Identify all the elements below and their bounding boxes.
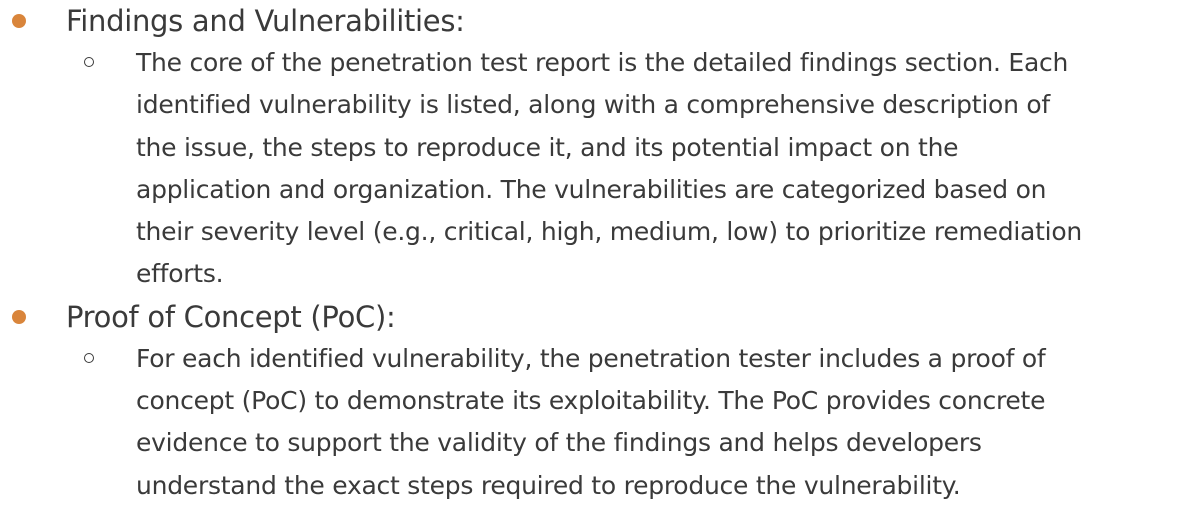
paragraph-line: application and organization. The vulner… (136, 174, 1047, 204)
paragraph-line: efforts. (136, 259, 224, 289)
section-findings: Findings and Vulnerabilities: The core o… (0, 0, 1200, 296)
paragraph-line: concept (PoC) to demonstrate its exploit… (136, 386, 1046, 416)
heading-row: Proof of Concept (PoC): (0, 296, 1200, 338)
paragraph-line: evidence to support the validity of the … (136, 428, 982, 458)
section-proof-of-concept: Proof of Concept (PoC): For each identif… (0, 296, 1200, 507)
heading-row: Findings and Vulnerabilities: (0, 0, 1200, 42)
paragraph: The core of the penetration test report … (0, 42, 1200, 296)
paragraph-line: The core of the penetration test report … (136, 48, 1069, 77)
section-heading: Findings and Vulnerabilities: (66, 4, 465, 38)
paragraph: For each identified vulnerability, the p… (0, 338, 1200, 507)
orange-bullet-icon (12, 309, 26, 324)
document-page: Findings and Vulnerabilities: The core o… (0, 0, 1200, 527)
paragraph-line: For each identified vulnerability, the p… (136, 343, 1046, 373)
hollow-circle-bullet-icon (84, 57, 94, 67)
paragraph-line: the issue, the steps to reproduce it, an… (136, 132, 959, 162)
hollow-circle-bullet-icon (84, 352, 94, 363)
orange-bullet-icon (12, 14, 26, 28)
paragraph-line: their severity level (e.g., critical, hi… (136, 217, 1083, 247)
sub-bullet-row: The core of the penetration test report … (0, 42, 1200, 296)
paragraph-line: understand the exact steps required to r… (136, 470, 961, 500)
section-heading: Proof of Concept (PoC): (66, 299, 396, 334)
sub-bullet-row: For each identified vulnerability, the p… (0, 338, 1200, 507)
paragraph-line: identified vulnerability is listed, alon… (136, 90, 1050, 120)
